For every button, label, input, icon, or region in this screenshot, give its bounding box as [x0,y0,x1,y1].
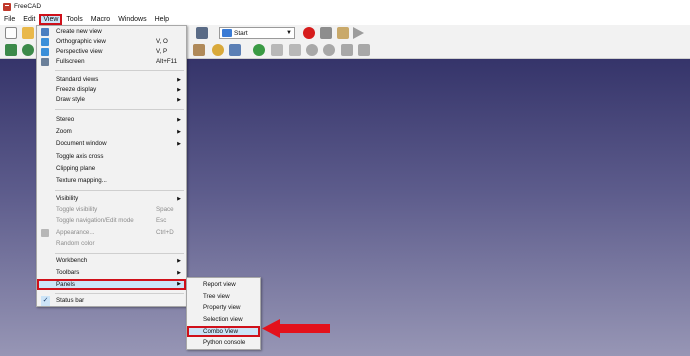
menu-item-panels[interactable]: Panels ▶ [37,279,186,290]
menu-item-standard-views[interactable]: Standard views ▶ [37,75,186,85]
submenu-arrow-icon: ▶ [177,87,181,93]
menu-view[interactable]: View [39,13,63,25]
menu-item-clipping-plane[interactable]: Clipping plane [37,164,186,174]
zoom-in-icon[interactable] [341,44,353,56]
new-document-icon[interactable] [5,27,17,39]
menu-item-toggle-navigation-edit-mode: Toggle navigation/Edit mode Esc [56,217,167,224]
record-macro-icon[interactable] [303,27,315,39]
menu-item-combo-view[interactable]: Combo View [187,326,260,337]
menu-item-random-color: Random color [56,240,95,247]
panels-submenu: Report view Tree view Property view Sele… [186,277,261,350]
menu-item-visibility[interactable]: Visibility ▶ [37,194,186,204]
menu-separator [55,253,184,254]
edit-macro-icon[interactable] [337,27,349,39]
menu-item-toggle-visibility: Toggle visibility Space [56,206,174,213]
submenu-arrow-icon: ▶ [177,97,181,103]
checkmark-icon: ✓ [41,296,50,306]
submenu-arrow-icon: ▶ [177,270,181,276]
menu-item-workbench[interactable]: Workbench ▶ [37,256,186,266]
menu-separator [55,109,184,110]
submenu-arrow-icon: ▶ [177,117,181,123]
menu-item-tree-view[interactable]: Tree view [187,292,260,302]
submenu-arrow-icon: ▶ [177,196,181,202]
chevron-down-icon: ▼ [286,30,292,36]
zoom-out-icon[interactable] [358,44,370,56]
menu-tools[interactable]: Tools [62,14,86,25]
menu-macro[interactable]: Macro [87,14,114,25]
start-workbench-icon [222,29,232,37]
menu-item-status-bar[interactable]: ✓ Status bar [37,296,186,306]
perspective-cube-icon [41,48,49,56]
menu-separator [55,190,184,191]
workbench-selector[interactable]: Start ▼ [219,27,295,39]
open-folder-icon[interactable] [22,27,34,39]
appearance-brush-icon [41,229,49,237]
menu-item-toolbars[interactable]: Toolbars ▶ [37,268,186,278]
menu-item-zoom[interactable]: Zoom ▶ [37,127,186,137]
whats-this-icon[interactable] [196,27,208,39]
menu-separator [55,70,184,71]
submenu-arrow-icon: ▶ [177,129,181,135]
menu-item-property-view[interactable]: Property view [187,303,260,313]
measure-icon[interactable] [193,44,205,56]
menu-item-draw-style[interactable]: Draw style ▶ [37,95,186,105]
workbench-selected-label: Start [234,29,248,37]
window-title: FreeCAD [14,3,42,10]
submenu-arrow-icon: ▶ [177,258,181,264]
menu-item-orthographic-view[interactable]: Orthographic view V, O [37,37,186,47]
menu-item-toggle-axis-cross[interactable]: Toggle axis cross [37,152,186,162]
web-home-icon[interactable] [253,44,265,56]
submenu-arrow-icon: ▶ [177,141,181,147]
menu-item-report-view[interactable]: Report view [187,280,260,290]
menu-item-fullscreen[interactable]: Fullscreen Alt+F11 [37,57,186,67]
menu-bar: File Edit View Tools Macro Windows Help [0,13,690,25]
play-macro-icon[interactable] [353,27,364,39]
menu-item-appearance: Appearance... Ctrl+D [37,228,186,238]
title-bar: FreeCAD [0,0,690,13]
menu-separator [55,293,184,294]
menu-windows[interactable]: Windows [114,14,150,25]
menu-item-stereo[interactable]: Stereo ▶ [37,115,186,125]
web-forward-icon[interactable] [289,44,301,56]
callout-arrow-icon [262,319,330,338]
menu-item-perspective-view[interactable]: Perspective view V, P [37,47,186,57]
menu-item-texture-mapping[interactable]: Texture mapping... [37,176,186,186]
orthographic-cube-icon [41,38,49,46]
fit-selection-icon[interactable] [22,44,34,56]
submenu-arrow-icon: ▶ [177,281,181,287]
menu-file[interactable]: File [0,14,19,25]
menu-item-document-window[interactable]: Document window ▶ [37,139,186,149]
std-folder-icon[interactable] [229,44,241,56]
fullscreen-icon [41,58,49,66]
fit-all-icon[interactable] [5,44,17,56]
freecad-logo-icon [3,2,11,11]
menu-item-freeze-display[interactable]: Freeze display ▶ [37,85,186,95]
menu-item-create-new-view[interactable]: Create new view [37,27,186,37]
menu-help[interactable]: Help [151,14,173,25]
web-refresh-icon[interactable] [306,44,318,56]
view-menu-dropdown: Create new view Orthographic view V, O P… [36,25,187,307]
menu-item-selection-view[interactable]: Selection view [187,315,260,325]
web-stop-icon[interactable] [323,44,335,56]
submenu-arrow-icon: ▶ [177,77,181,83]
std-parts-icon[interactable] [212,44,224,56]
menu-item-python-console[interactable]: Python console [187,338,260,348]
stop-macro-icon[interactable] [320,27,332,39]
menu-edit[interactable]: Edit [19,14,39,25]
new-view-icon [41,28,49,36]
web-back-icon[interactable] [271,44,283,56]
